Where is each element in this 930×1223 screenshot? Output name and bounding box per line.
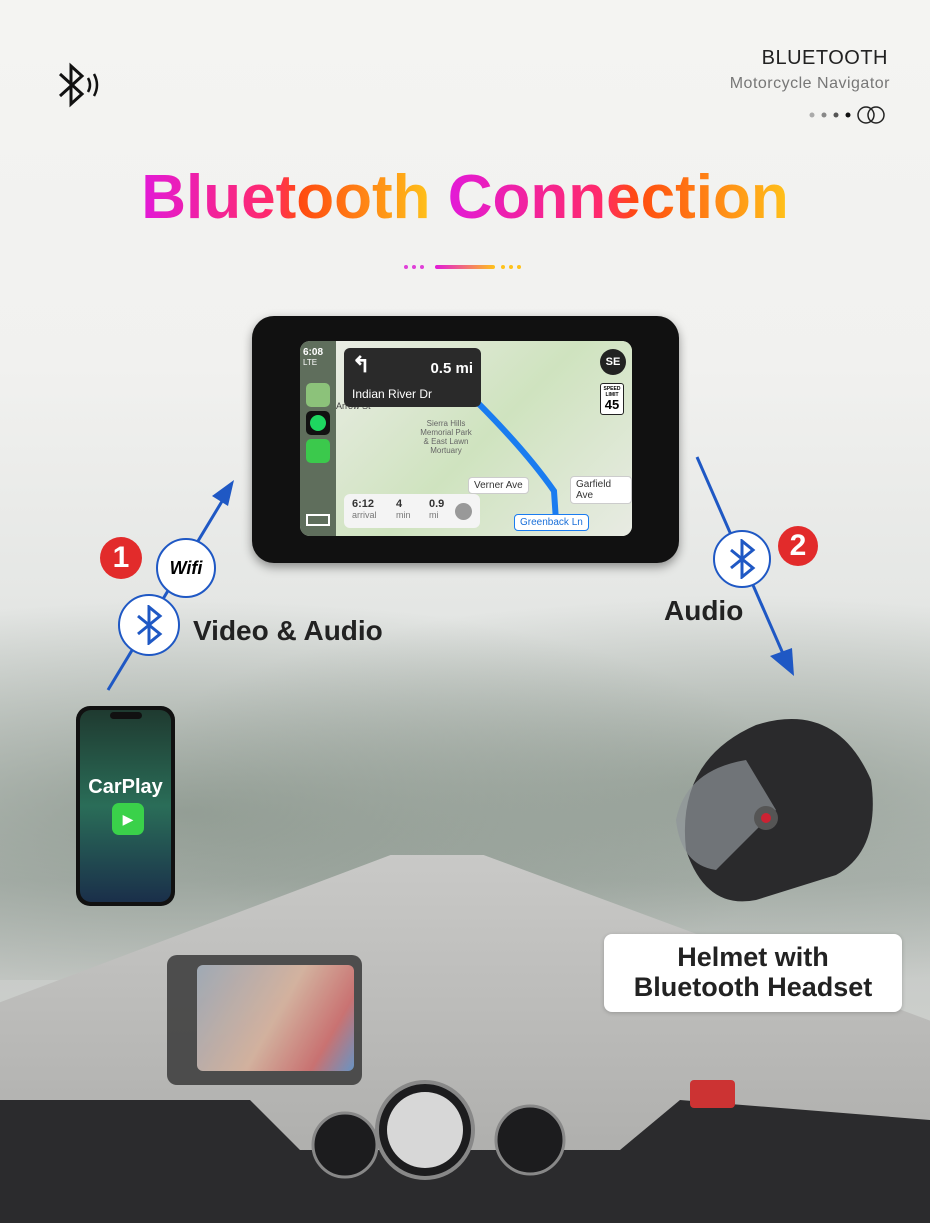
helmet-image	[676, 719, 873, 902]
left-arrow-head	[212, 480, 234, 506]
bluetooth-icon	[713, 530, 771, 588]
video-audio-label: Video & Audio	[193, 615, 383, 646]
step-2-badge: 2	[778, 526, 818, 566]
carplay-app-icon[interactable]: ▶	[112, 803, 144, 835]
bluetooth-icon	[118, 594, 180, 656]
right-arrow-head	[770, 648, 794, 676]
motorcycle-handlebars	[0, 1080, 930, 1223]
step-1-badge: 1	[100, 537, 142, 579]
left-arrow-line	[106, 497, 226, 691]
smartphone: CarPlay ▶	[76, 706, 175, 906]
audio-label: Audio	[664, 595, 744, 626]
wifi-icon: Wifi	[156, 538, 216, 598]
helmet-caption: Helmet with Bluetooth Headset	[604, 934, 902, 1012]
carplay-label: CarPlay	[88, 776, 163, 798]
